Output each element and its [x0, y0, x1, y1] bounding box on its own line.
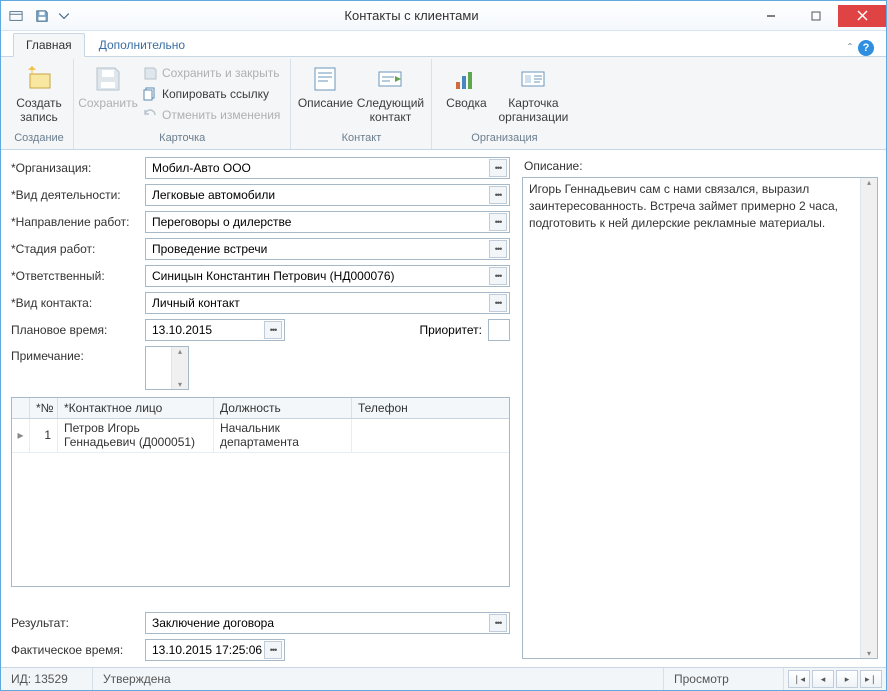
qat-save-icon[interactable]: [31, 5, 53, 27]
label-note: Примечание:: [11, 346, 139, 363]
group-title-contact: Контакт: [297, 131, 425, 147]
summary-icon: [450, 63, 482, 95]
save-close-button[interactable]: Сохранить и закрыть: [138, 63, 284, 83]
label-priority: Приоритет:: [419, 323, 482, 337]
status-id: ИД: 13529: [1, 668, 93, 690]
field-planned-time[interactable]: 13.10.2015•••: [145, 319, 285, 341]
close-button[interactable]: [838, 5, 886, 27]
next-contact-icon: [374, 63, 406, 95]
right-pane: Описание: Игорь Геннадьевич сам с нами с…: [518, 151, 886, 667]
save-button[interactable]: Сохранить: [80, 61, 136, 131]
form-content: *Организация: Мобил-Авто ООО••• *Вид деят…: [1, 150, 886, 667]
field-priority[interactable]: [488, 319, 510, 341]
picker-icon[interactable]: •••: [489, 213, 507, 231]
left-pane: *Организация: Мобил-Авто ООО••• *Вид деят…: [1, 151, 518, 667]
title-bar: Контакты с клиентами: [1, 1, 886, 31]
label-result: Результат:: [11, 616, 139, 630]
label-planned-time: Плановое время:: [11, 323, 139, 337]
ribbon: Создать запись Создание Сохранить Сохран…: [1, 57, 886, 150]
col-header-no[interactable]: *№: [30, 398, 58, 418]
scrollbar[interactable]: ▴▾: [860, 178, 877, 658]
help-icon[interactable]: ?: [858, 40, 874, 56]
picker-icon[interactable]: •••: [489, 267, 507, 285]
description-icon: [309, 63, 341, 95]
org-card-icon: [517, 63, 549, 95]
minimize-button[interactable]: [748, 5, 793, 27]
tab-main[interactable]: Главная: [13, 33, 85, 57]
ribbon-group-create: Создать запись Создание: [5, 59, 74, 149]
col-header-tel[interactable]: Телефон: [352, 398, 509, 418]
next-contact-button[interactable]: Следующий контакт: [355, 61, 425, 131]
grid-header: *№ *Контактное лицо Должность Телефон: [12, 398, 509, 419]
label-activity: *Вид деятельности:: [11, 188, 139, 202]
field-org[interactable]: Мобил-Авто ООО•••: [145, 157, 510, 179]
tab-extra[interactable]: Дополнительно: [87, 34, 197, 56]
copy-link-button[interactable]: Копировать ссылку: [138, 84, 284, 104]
scrollbar[interactable]: ▴▾: [171, 347, 188, 389]
picker-icon[interactable]: •••: [489, 159, 507, 177]
qat-window-icon[interactable]: [5, 5, 27, 27]
description-button[interactable]: Описание: [297, 61, 353, 131]
group-title-card: Карточка: [80, 131, 284, 147]
status-mode: Просмотр: [664, 668, 784, 690]
maximize-button[interactable]: [793, 5, 838, 27]
picker-icon[interactable]: •••: [489, 240, 507, 258]
picker-icon[interactable]: •••: [489, 614, 507, 632]
picker-icon[interactable]: •••: [489, 294, 507, 312]
picker-icon[interactable]: •••: [264, 321, 282, 339]
label-actual-time: Фактическое время:: [11, 643, 139, 657]
row-selector-icon[interactable]: ▸: [12, 419, 30, 452]
ribbon-collapse-icon[interactable]: ˆ: [848, 41, 852, 55]
save-icon: [92, 63, 124, 95]
field-result[interactable]: Заключение договора•••: [145, 612, 510, 634]
undo-icon: [142, 107, 158, 123]
field-description[interactable]: Игорь Геннадьевич сам с нами связался, в…: [522, 177, 878, 659]
qat-dropdown-icon[interactable]: [57, 5, 71, 27]
save-close-icon: [142, 65, 158, 81]
picker-icon[interactable]: •••: [489, 186, 507, 204]
ribbon-group-org: Сводка Карточка организации Организация: [432, 59, 576, 149]
org-card-button[interactable]: Карточка организации: [496, 61, 570, 131]
status-state: Утверждена: [93, 668, 664, 690]
nav-last-button[interactable]: ▸❘: [860, 670, 882, 688]
field-stage[interactable]: Проведение встречи•••: [145, 238, 510, 260]
copy-link-icon: [142, 86, 158, 102]
record-nav: ❘◂ ◂ ▸ ▸❘: [784, 668, 886, 690]
create-record-button[interactable]: Создать запись: [11, 61, 67, 131]
label-description: Описание:: [522, 157, 878, 177]
window-title: Контакты с клиентами: [75, 8, 748, 23]
picker-icon[interactable]: •••: [264, 641, 282, 659]
field-activity[interactable]: Легковые автомобили•••: [145, 184, 510, 206]
group-title-org: Организация: [438, 131, 570, 147]
nav-next-button[interactable]: ▸: [836, 670, 858, 688]
contacts-grid[interactable]: *№ *Контактное лицо Должность Телефон ▸ …: [11, 397, 510, 587]
field-note[interactable]: ▴▾: [145, 346, 189, 390]
window-buttons: [748, 5, 886, 27]
col-header-pos[interactable]: Должность: [214, 398, 352, 418]
field-direction[interactable]: Переговоры о дилерстве•••: [145, 211, 510, 233]
ribbon-group-card: Сохранить Сохранить и закрыть Копировать…: [74, 59, 291, 149]
quick-access-toolbar: [1, 5, 75, 27]
label-responsible: *Ответственный:: [11, 269, 139, 283]
table-row[interactable]: ▸ 1 Петров Игорь Геннадьевич (Д000051) Н…: [12, 419, 509, 453]
label-direction: *Направление работ:: [11, 215, 139, 229]
field-responsible[interactable]: Синицын Константин Петрович (НД000076)••…: [145, 265, 510, 287]
label-contact-type: *Вид контакта:: [11, 296, 139, 310]
ribbon-group-contact: Описание Следующий контакт Контакт: [291, 59, 432, 149]
field-contact-type[interactable]: Личный контакт•••: [145, 292, 510, 314]
new-record-icon: [23, 63, 55, 95]
label-org: *Организация:: [11, 161, 139, 175]
summary-button[interactable]: Сводка: [438, 61, 494, 131]
field-actual-time[interactable]: 13.10.2015 17:25:06•••: [145, 639, 285, 661]
undo-button[interactable]: Отменить изменения: [138, 105, 284, 125]
status-bar: ИД: 13529 Утверждена Просмотр ❘◂ ◂ ▸ ▸❘: [1, 667, 886, 690]
nav-prev-button[interactable]: ◂: [812, 670, 834, 688]
col-header-name[interactable]: *Контактное лицо: [58, 398, 214, 418]
group-title-create: Создание: [11, 131, 67, 147]
nav-first-button[interactable]: ❘◂: [788, 670, 810, 688]
label-stage: *Стадия работ:: [11, 242, 139, 256]
ribbon-tab-strip: Главная Дополнительно ˆ ?: [1, 31, 886, 57]
